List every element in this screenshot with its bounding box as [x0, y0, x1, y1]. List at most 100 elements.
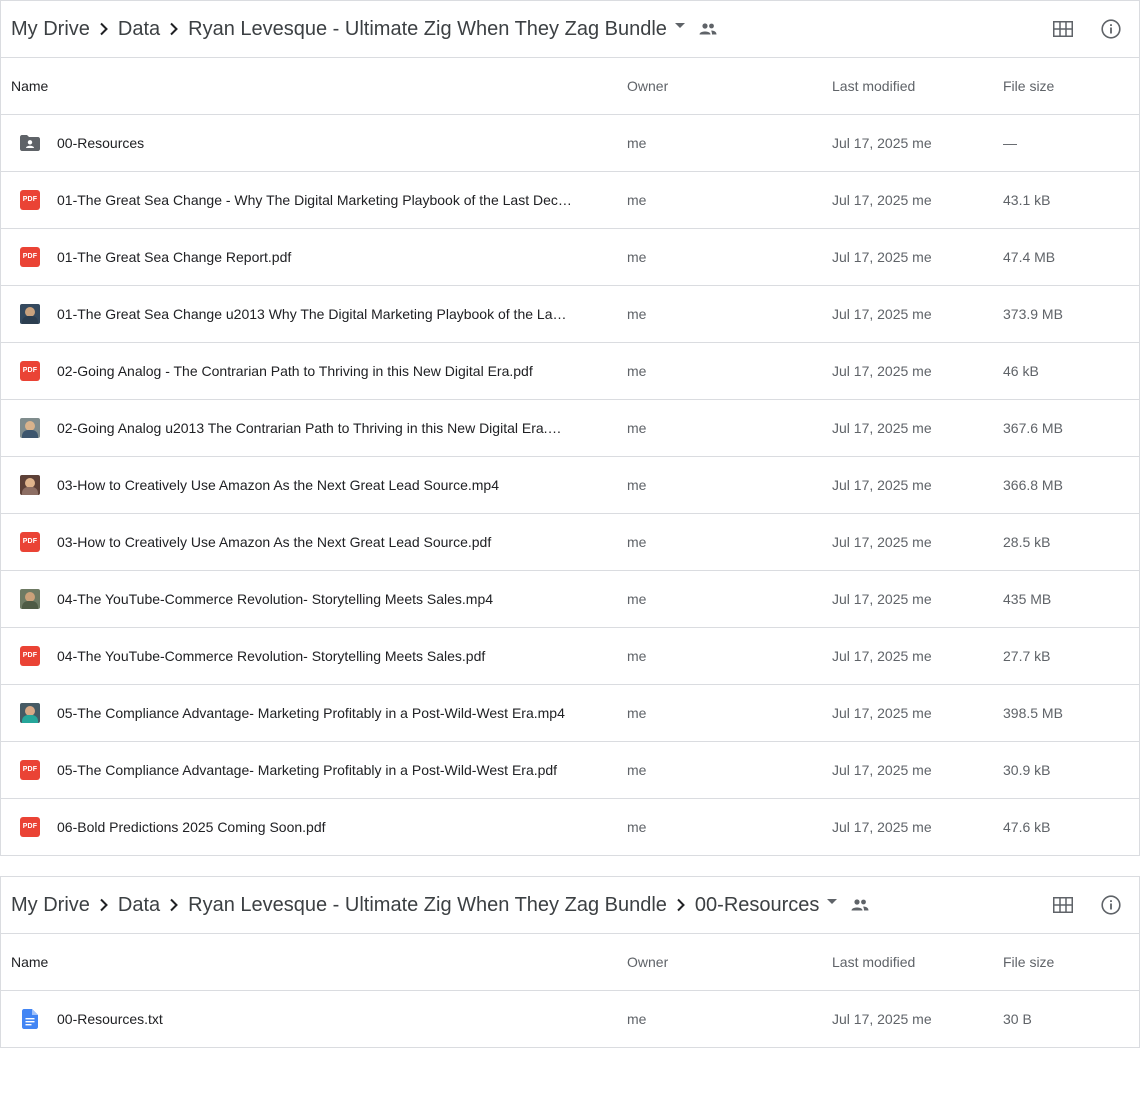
file-row[interactable]: 05-The Compliance Advantage- Marketing P…: [1, 685, 1139, 742]
file-row[interactable]: PDF 01-The Great Sea Change Report.pdf me J…: [1, 229, 1139, 286]
file-row[interactable]: PDF 06-Bold Predictions 2025 Coming Soon.…: [1, 799, 1139, 855]
file-name[interactable]: 01-The Great Sea Change u2013 Why The Di…: [57, 286, 572, 342]
file-size: 46 kB: [1003, 363, 1039, 379]
file-name[interactable]: 04-The YouTube-Commerce Revolution- Stor…: [57, 628, 572, 684]
column-header-name[interactable]: Name: [11, 934, 48, 990]
file-size: 366.8 MB: [1003, 477, 1063, 493]
file-name[interactable]: 02-Going Analog u2013 The Contrarian Pat…: [57, 400, 572, 456]
file-row[interactable]: 00-Resources.txt me Jul 17, 2025 me 30 B: [1, 991, 1139, 1047]
file-size: 435 MB: [1003, 591, 1052, 607]
file-owner: me: [627, 306, 647, 322]
file-last-modified: Jul 17, 2025 me: [832, 249, 932, 265]
file-owner: me: [627, 477, 647, 493]
column-header-owner: Owner: [627, 78, 669, 94]
file-row[interactable]: 04-The YouTube-Commerce Revolution- Stor…: [1, 571, 1139, 628]
pdf-icon: PDF: [19, 172, 41, 228]
file-owner: me: [627, 591, 647, 607]
file-row[interactable]: PDF 04-The YouTube-Commerce Revolution- S…: [1, 628, 1139, 685]
column-headers: Name Owner Last modified File size: [1, 58, 1139, 115]
pdf-icon: PDF: [19, 514, 41, 570]
file-name[interactable]: 05-The Compliance Advantage- Marketing P…: [57, 742, 572, 798]
breadcrumb: My Drive Data Ryan Levesque - Ultimate Z…: [1, 894, 869, 917]
file-row[interactable]: 03-How to Creatively Use Amazon As the N…: [1, 457, 1139, 514]
file-last-modified: Jul 17, 2025 me: [832, 762, 932, 778]
file-last-modified: Jul 17, 2025 me: [832, 705, 932, 721]
chevron-right-icon: [90, 898, 118, 912]
file-size: 367.6 MB: [1003, 420, 1063, 436]
column-header-file-size[interactable]: File size: [1003, 934, 1054, 990]
file-name[interactable]: 01-The Great Sea Change Report.pdf: [57, 229, 572, 285]
file-owner: me: [627, 534, 647, 550]
file-name[interactable]: 01-The Great Sea Change - Why The Digita…: [57, 172, 572, 228]
file-name[interactable]: 00-Resources.txt: [57, 991, 572, 1047]
grid-view-button[interactable]: [1043, 885, 1083, 925]
file-size: 398.5 MB: [1003, 705, 1063, 721]
info-button[interactable]: [1091, 885, 1131, 925]
video-thumbnail-icon: [19, 571, 41, 627]
file-name[interactable]: 05-The Compliance Advantage- Marketing P…: [57, 685, 572, 741]
chevron-right-icon: [160, 898, 188, 912]
file-name[interactable]: 00-Resources: [57, 115, 572, 171]
file-owner: me: [627, 1011, 647, 1027]
file-name[interactable]: 04-The YouTube-Commerce Revolution- Stor…: [57, 571, 572, 627]
pdf-label: PDF: [20, 361, 40, 381]
file-name[interactable]: 03-How to Creatively Use Amazon As the N…: [57, 514, 572, 570]
pdf-label: PDF: [20, 817, 40, 837]
shared-people-icon: [699, 23, 717, 35]
file-row[interactable]: PDF 05-The Compliance Advantage- Marketin…: [1, 742, 1139, 799]
file-owner: me: [627, 363, 647, 379]
panel-header: My Drive Data Ryan Levesque - Ultimate Z…: [1, 1, 1139, 58]
file-owner: me: [627, 648, 647, 664]
file-last-modified: Jul 17, 2025 me: [832, 363, 932, 379]
file-last-modified: Jul 17, 2025 me: [832, 819, 932, 835]
column-header-last-modified[interactable]: Last modified: [832, 58, 915, 114]
file-owner: me: [627, 420, 647, 436]
file-owner: me: [627, 135, 647, 151]
folder-panel-resources: My Drive Data Ryan Levesque - Ultimate Z…: [0, 876, 1140, 1048]
file-size: 43.1 kB: [1003, 192, 1051, 208]
video-thumbnail-icon: [19, 400, 41, 456]
pdf-label: PDF: [20, 247, 40, 267]
breadcrumb-current-folder[interactable]: Ryan Levesque - Ultimate Zig When They Z…: [188, 18, 667, 41]
file-owner: me: [627, 819, 647, 835]
column-header-owner: Owner: [627, 954, 669, 970]
video-thumbnail-icon: [19, 685, 41, 741]
grid-view-button[interactable]: [1043, 9, 1083, 49]
column-headers: Name Owner Last modified File size: [1, 934, 1139, 991]
pdf-label: PDF: [20, 190, 40, 210]
file-row[interactable]: PDF 01-The Great Sea Change - Why The Dig…: [1, 172, 1139, 229]
caret-down-icon[interactable]: [819, 899, 845, 905]
info-button[interactable]: [1091, 9, 1131, 49]
pdf-icon: PDF: [19, 742, 41, 798]
file-name[interactable]: 02-Going Analog - The Contrarian Path to…: [57, 343, 572, 399]
breadcrumb-data[interactable]: Data: [118, 894, 160, 917]
breadcrumb-my-drive[interactable]: My Drive: [11, 18, 90, 41]
file-name[interactable]: 06-Bold Predictions 2025 Coming Soon.pdf: [57, 799, 572, 855]
file-name[interactable]: 03-How to Creatively Use Amazon As the N…: [57, 457, 572, 513]
file-row[interactable]: 02-Going Analog u2013 The Contrarian Pat…: [1, 400, 1139, 457]
breadcrumb-my-drive[interactable]: My Drive: [11, 894, 90, 917]
file-size: 373.9 MB: [1003, 306, 1063, 322]
file-row[interactable]: 00-Resources me Jul 17, 2025 me —: [1, 115, 1139, 172]
file-owner: me: [627, 762, 647, 778]
file-size: 47.6 kB: [1003, 819, 1051, 835]
file-last-modified: Jul 17, 2025 me: [832, 648, 932, 664]
file-owner: me: [627, 705, 647, 721]
column-header-last-modified[interactable]: Last modified: [832, 934, 915, 990]
file-list: 00-Resources me Jul 17, 2025 me — PDF 01-The …: [1, 115, 1139, 855]
column-header-file-size[interactable]: File size: [1003, 58, 1054, 114]
breadcrumb-data[interactable]: Data: [118, 18, 160, 41]
column-header-name[interactable]: Name: [11, 58, 48, 114]
breadcrumb-current-folder[interactable]: 00-Resources: [695, 894, 820, 917]
file-size: 27.7 kB: [1003, 648, 1051, 664]
pdf-label: PDF: [20, 532, 40, 552]
file-row[interactable]: 01-The Great Sea Change u2013 Why The Di…: [1, 286, 1139, 343]
file-row[interactable]: PDF 03-How to Creatively Use Amazon As th…: [1, 514, 1139, 571]
file-row[interactable]: PDF 02-Going Analog - The Contrarian Path…: [1, 343, 1139, 400]
caret-down-icon[interactable]: [667, 23, 693, 29]
pdf-icon: PDF: [19, 343, 41, 399]
file-last-modified: Jul 17, 2025 me: [832, 192, 932, 208]
panel-header: My Drive Data Ryan Levesque - Ultimate Z…: [1, 877, 1139, 934]
breadcrumb-bundle-folder[interactable]: Ryan Levesque - Ultimate Zig When They Z…: [188, 894, 667, 917]
shared-folder-icon: [19, 115, 41, 171]
